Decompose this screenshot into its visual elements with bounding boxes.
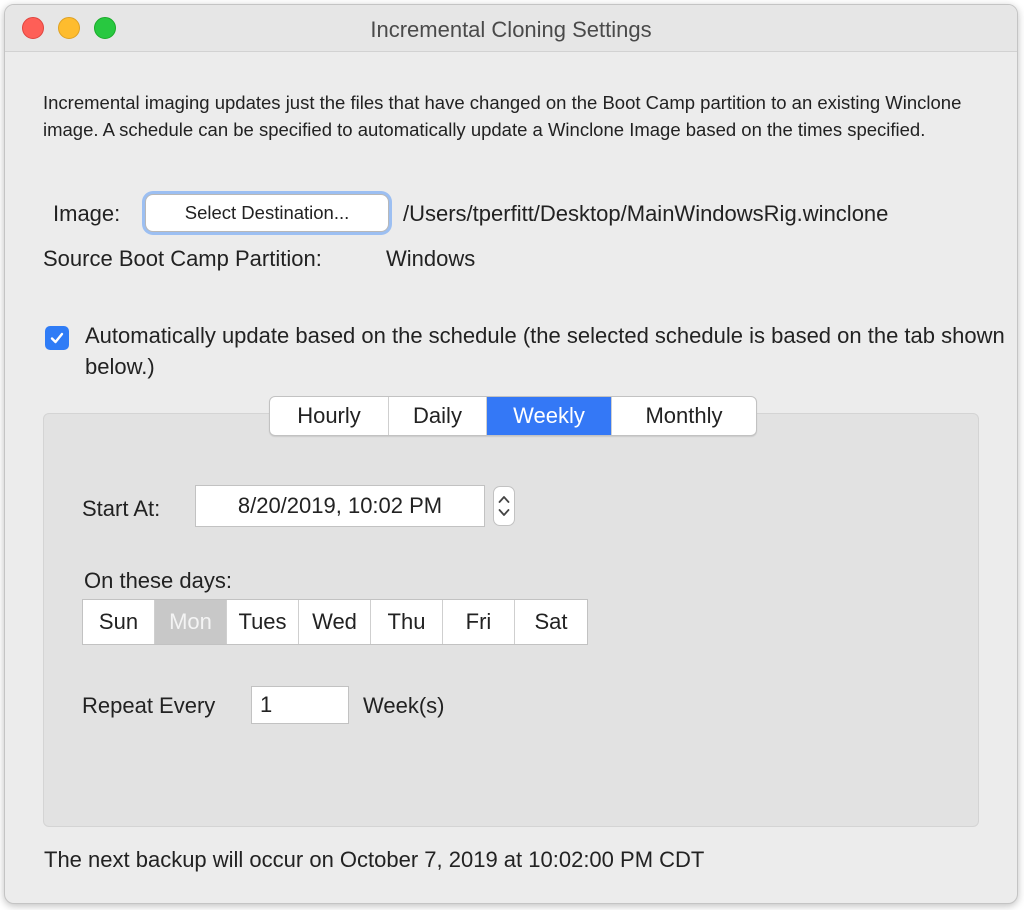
repeat-every-label: Repeat Every	[82, 693, 216, 718]
select-destination-button[interactable]: Select Destination...	[145, 194, 389, 232]
tab-weekly[interactable]: Weekly	[487, 397, 612, 435]
window-title: Incremental Cloning Settings	[370, 17, 652, 42]
repeat-unit-label: Week(s)	[363, 693, 445, 718]
tab-monthly[interactable]: Monthly	[612, 397, 756, 435]
tab-hourly[interactable]: Hourly	[270, 397, 389, 435]
start-date-field[interactable]: 8/20/2019, 10:02 PM	[195, 485, 485, 527]
stepper-arrows-icon	[498, 496, 510, 516]
auto-update-label: Automatically update based on the schedu…	[85, 323, 1005, 379]
day-fri[interactable]: Fri	[443, 600, 515, 644]
image-path: /Users/tperfitt/Desktop/MainWindowsRig.w…	[403, 201, 889, 226]
description-text: Incremental imaging updates just the fil…	[43, 92, 962, 140]
day-wed[interactable]: Wed	[299, 600, 371, 644]
tab-daily[interactable]: Daily	[389, 397, 487, 435]
schedule-tabs: Hourly Daily Weekly Monthly	[269, 396, 757, 436]
days-label: On these days:	[84, 568, 232, 593]
date-stepper[interactable]	[493, 486, 515, 526]
checkmark-icon	[50, 332, 64, 344]
image-label: Image:	[53, 201, 121, 226]
day-mon[interactable]: Mon	[155, 600, 227, 644]
day-sat[interactable]: Sat	[515, 600, 587, 644]
day-tues[interactable]: Tues	[227, 600, 299, 644]
next-backup-text: The next backup will occur on October 7,…	[44, 847, 705, 872]
source-partition-label: Source Boot Camp Partition:	[43, 246, 322, 271]
day-thu[interactable]: Thu	[371, 600, 443, 644]
repeat-interval-input[interactable]: 1	[251, 686, 349, 724]
start-at-label: Start At:	[82, 496, 161, 521]
title-bar: Incremental Cloning Settings	[5, 5, 1017, 52]
day-selector: Sun Mon Tues Wed Thu Fri Sat	[82, 599, 588, 645]
day-sun[interactable]: Sun	[83, 600, 155, 644]
auto-update-checkbox[interactable]	[45, 326, 69, 350]
source-partition-value: Windows	[386, 246, 476, 271]
settings-window: Incremental Cloning Settings Incremental…	[4, 4, 1018, 904]
